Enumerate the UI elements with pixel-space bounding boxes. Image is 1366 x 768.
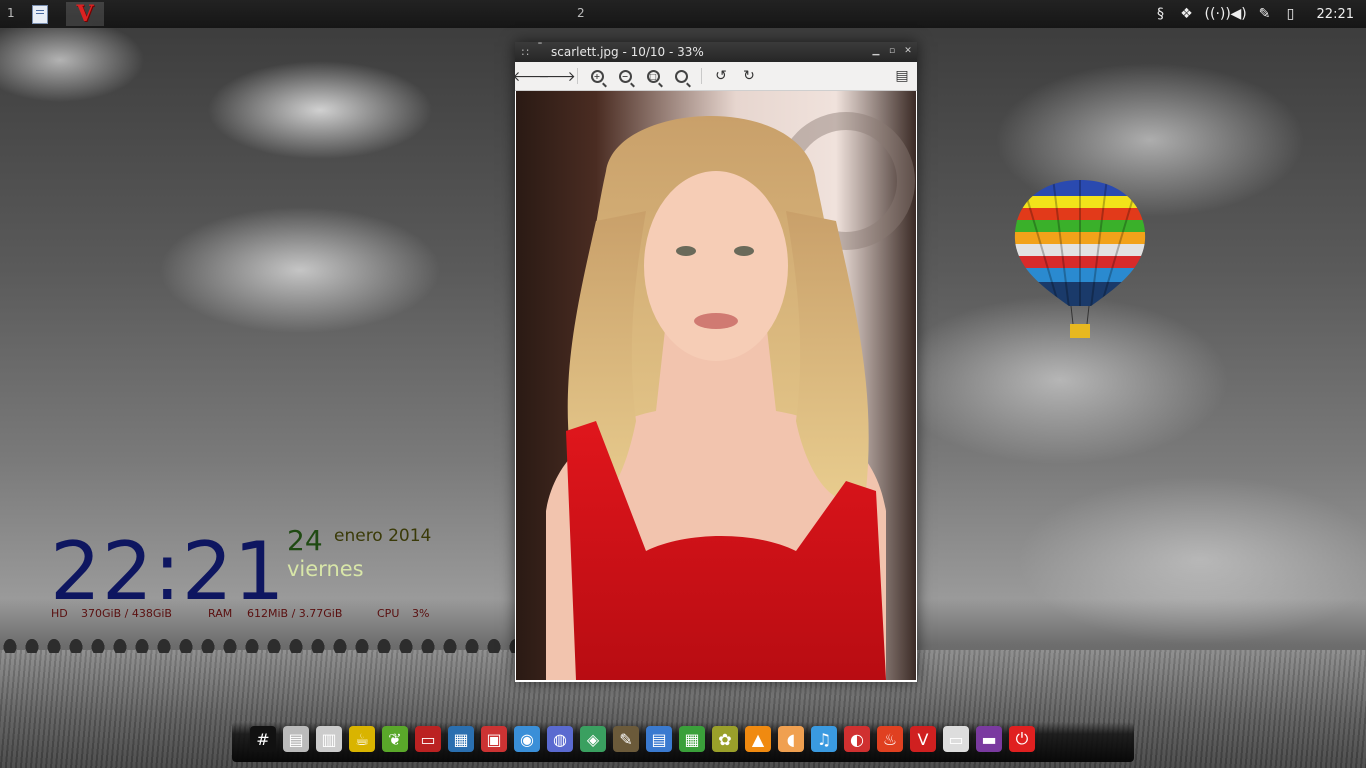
window-grip-icon[interactable]: ::	[521, 45, 530, 58]
close-icon[interactable]: ✕	[903, 45, 913, 57]
audio-icon[interactable]: ♫	[811, 726, 837, 752]
calculator-icon[interactable]: ▦	[448, 726, 474, 752]
application-dock: # ▤ ▥ ☕ ❦ ▭ ▦ ▣ ◉ ◍ ◈ ✎ ▤ ▦ ✿ ▲ ◖ ♫ ◐ ♨ V ▭ ▬ ⏻	[232, 722, 1134, 762]
hd-value: 370GiB / 438GiB	[81, 607, 172, 620]
v-app-icon[interactable]: V	[910, 726, 936, 752]
panel-clock[interactable]: 22:21	[1317, 7, 1354, 22]
window-title: scarlett.jpg - 10/10 - 33%	[551, 45, 704, 59]
rotate-right-icon[interactable]: ↻	[739, 67, 759, 85]
v-logo-icon: V	[76, 1, 94, 27]
power-icon[interactable]: ⏻	[1009, 726, 1035, 752]
photo-canvas[interactable]	[516, 91, 916, 680]
zoom-original-icon[interactable]	[671, 67, 691, 85]
zoom-fit-icon[interactable]: □	[643, 67, 663, 85]
rotate-left-icon[interactable]: ↺	[711, 67, 731, 85]
package-icon[interactable]: ▣	[481, 726, 507, 752]
cpu-value: 3%	[412, 607, 430, 620]
dropbox-icon[interactable]: ❖	[1179, 6, 1195, 22]
music-player-icon[interactable]: ◖	[778, 726, 804, 752]
battery-icon[interactable]: ▯	[1283, 6, 1299, 22]
top-panel: 1 V 2 § ❖ ((·)) ◀) ✎ ▯ 22:21	[0, 0, 1366, 28]
burner-icon[interactable]: ♨	[877, 726, 903, 752]
document-icon	[32, 4, 48, 24]
file-manager-icon[interactable]: ▥	[316, 726, 342, 752]
forward-arrow-icon[interactable]: 🡒	[538, 67, 576, 85]
presentation-icon[interactable]: ▭	[415, 726, 441, 752]
volume-icon[interactable]: ◀)	[1231, 6, 1247, 22]
vlc-icon[interactable]: ▲	[745, 726, 771, 752]
desktop-clock-day: 24	[287, 524, 323, 557]
desktop-clock-weekday: viernes	[287, 557, 364, 581]
panel-app-document[interactable]	[28, 2, 52, 26]
window-controls: ▁ ▫ ✕	[871, 45, 913, 57]
steam-icon[interactable]: §	[1153, 6, 1169, 22]
hd-label: HD	[51, 607, 68, 620]
printer-icon[interactable]: ▤	[283, 726, 309, 752]
leaf-icon[interactable]: ❦	[382, 726, 408, 752]
minimize-icon[interactable]: ▁	[871, 45, 881, 57]
workspace-switcher-icon[interactable]: ▬	[976, 726, 1002, 752]
desktop-clock-time: 22:21	[50, 525, 286, 618]
system-tray: § ❖ ((·)) ◀) ✎ ▯ 22:21	[1153, 0, 1366, 28]
teapot-icon[interactable]: ☕	[349, 726, 375, 752]
toolbar-separator	[577, 68, 578, 84]
writer-icon[interactable]: ▤	[646, 726, 672, 752]
wallpaper-treeline	[0, 633, 520, 653]
chromium-icon[interactable]: ◉	[514, 726, 540, 752]
desktop-clock-month-year: enero 2014	[334, 526, 432, 546]
wireless-icon[interactable]: ((·))	[1205, 6, 1231, 22]
image-viewer-icon[interactable]: ✿	[712, 726, 738, 752]
zoom-out-icon[interactable]: −	[615, 67, 635, 85]
viewer-toolbar: 🡐 🡒 + − □ ↺ ↻ ▤	[512, 62, 917, 91]
cpu-label: CPU	[377, 607, 400, 620]
spreadsheet-icon[interactable]: ▦	[679, 726, 705, 752]
sidebar-panel-icon[interactable]: ▤	[892, 67, 912, 85]
balloon-illustration	[1014, 180, 1146, 338]
zoom-in-icon[interactable]: +	[587, 67, 607, 85]
pen-icon[interactable]: ✎	[1257, 6, 1273, 22]
maximize-icon[interactable]: ▫	[887, 45, 897, 57]
portrait-photo	[546, 112, 915, 680]
gimp-icon[interactable]: ✎	[613, 726, 639, 752]
window-titlebar[interactable]: :: ˉ scarlett.jpg - 10/10 - 33% ▁ ▫ ✕	[515, 41, 917, 62]
screen-icon[interactable]: ▭	[943, 726, 969, 752]
image-viewer-window: :: ˉ scarlett.jpg - 10/10 - 33% ▁ ▫ ✕ 🡐 …	[512, 41, 917, 682]
panel-app-v[interactable]: V	[66, 2, 104, 26]
media-icon[interactable]: ◐	[844, 726, 870, 752]
ram-value: 612MiB / 3.77GiB	[247, 607, 343, 620]
map-icon[interactable]: ◈	[580, 726, 606, 752]
toolbar-separator	[701, 68, 702, 84]
web-browser-icon[interactable]: ◍	[547, 726, 573, 752]
terminal-icon[interactable]: #	[250, 726, 276, 752]
window-menu-icon[interactable]: ˉ	[537, 41, 543, 55]
ram-label: RAM	[208, 607, 233, 620]
workspace-1-label[interactable]: 1	[7, 6, 15, 20]
workspace-2-label[interactable]: 2	[577, 6, 585, 20]
